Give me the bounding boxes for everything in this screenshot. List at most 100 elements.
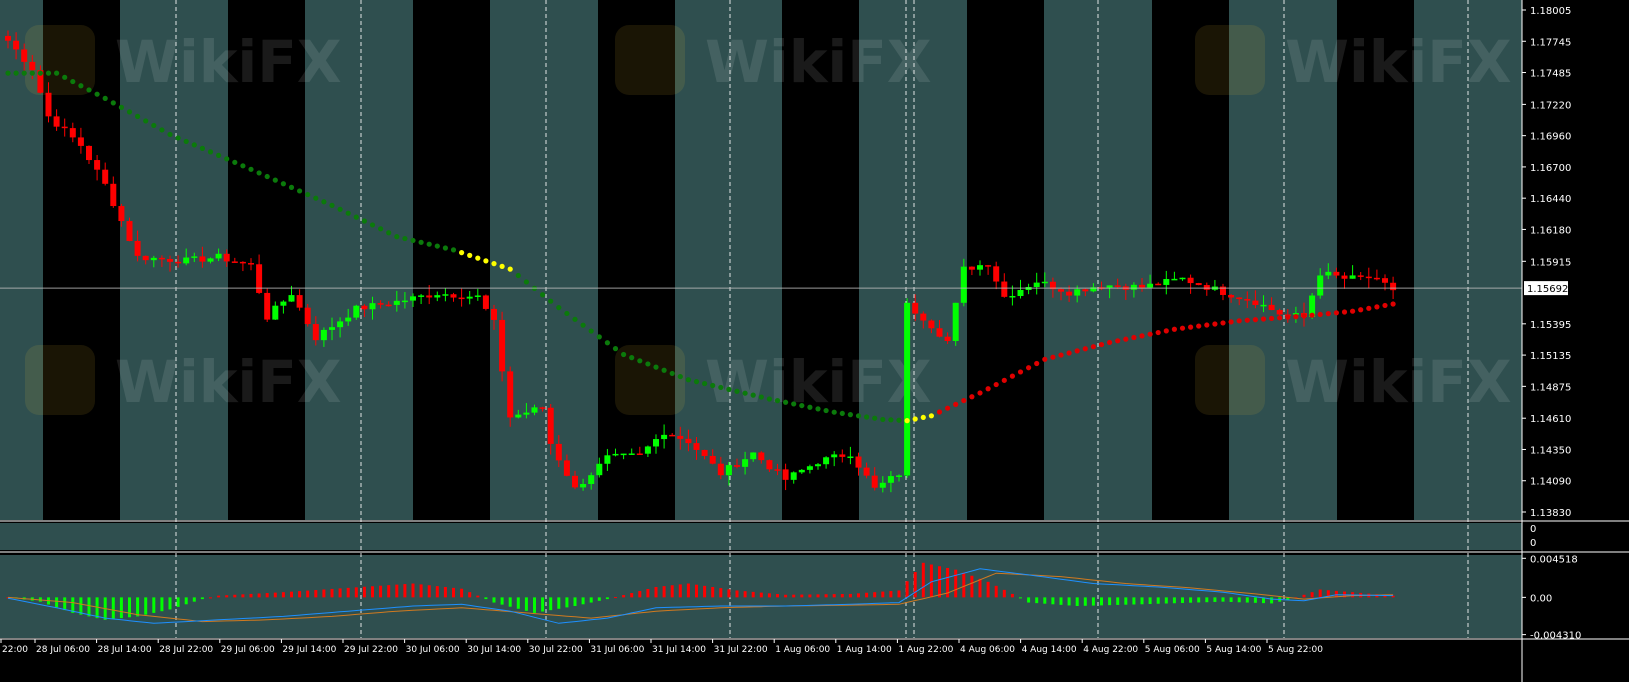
- histogram-bar: [541, 597, 545, 612]
- ma-point: [1236, 318, 1242, 324]
- candle-body: [296, 295, 303, 308]
- macd-tick-label: 0.004518: [1530, 554, 1578, 565]
- candle-body: [45, 92, 52, 117]
- ma-point: [920, 414, 926, 421]
- time-tick-label: 30 Jul 22:00: [529, 645, 583, 655]
- ma-point: [54, 70, 60, 76]
- ma-point: [750, 392, 756, 398]
- candle-body: [369, 303, 376, 310]
- histogram-bar: [573, 597, 577, 607]
- wikifx-logo-icon: [1195, 25, 1265, 95]
- candle-body: [1147, 283, 1154, 288]
- histogram-bar: [1132, 597, 1136, 605]
- ma-point: [693, 379, 700, 385]
- histogram-bar: [848, 593, 852, 598]
- candle-body: [985, 265, 992, 267]
- ma-point: [677, 373, 683, 380]
- histogram-bar: [1051, 597, 1055, 605]
- candle[interactable]: [482, 294, 489, 311]
- indicator-subwindow[interactable]: [0, 523, 1522, 550]
- candle-body: [482, 295, 489, 309]
- candle-body: [774, 469, 781, 471]
- histogram-bar: [192, 597, 196, 602]
- histogram-bar: [614, 597, 617, 599]
- ma-point: [629, 355, 635, 361]
- ma-point: [969, 394, 975, 400]
- ma-point: [1277, 315, 1283, 321]
- candle-body: [790, 472, 797, 480]
- ma-point: [855, 413, 862, 419]
- ma-point: [928, 413, 935, 419]
- candle[interactable]: [1195, 282, 1202, 286]
- watermark-text: WikiFX: [1285, 28, 1512, 96]
- ma-point: [224, 156, 230, 162]
- session-band: [967, 0, 1044, 520]
- candle-body: [1325, 271, 1332, 276]
- histogram-bar: [281, 592, 285, 598]
- ma-point: [1204, 322, 1210, 328]
- ma-point: [1374, 304, 1380, 310]
- histogram-bar: [87, 597, 91, 617]
- histogram-bar: [136, 597, 140, 617]
- ma-point: [791, 401, 797, 407]
- histogram-bar: [354, 587, 358, 598]
- histogram-bar: [1270, 597, 1274, 604]
- ma-point: [475, 255, 481, 261]
- candle[interactable]: [264, 288, 271, 323]
- candle-body: [377, 303, 384, 305]
- candle-body: [782, 469, 789, 480]
- histogram-bar: [249, 593, 253, 598]
- ma-point: [621, 351, 627, 358]
- histogram-bar: [257, 593, 261, 598]
- wikifx-logo-icon: [1195, 345, 1265, 415]
- histogram-bar: [1221, 597, 1225, 602]
- price-tick-label: 1.13830: [1530, 508, 1571, 519]
- ma-point: [13, 70, 19, 76]
- histogram-bar: [533, 597, 536, 613]
- candle[interactable]: [904, 298, 911, 478]
- ma-point: [450, 247, 457, 253]
- histogram-bar: [792, 594, 796, 598]
- histogram-bar: [1229, 597, 1233, 602]
- ma-point: [199, 145, 205, 151]
- candle-body: [766, 460, 773, 470]
- candle[interactable]: [126, 217, 133, 242]
- candle-body: [102, 169, 109, 184]
- histogram-bar: [784, 594, 788, 598]
- ma-point: [1325, 311, 1331, 317]
- candle-body: [239, 261, 246, 264]
- trading-chart[interactable]: WikiFX WikiFX WikiFX WikiFX WikiFX WikiFX 1.18…: [0, 0, 1629, 682]
- candle-body: [1365, 276, 1372, 279]
- candle-body: [831, 454, 838, 458]
- time-tick-label: 1 Aug 22:00: [898, 645, 953, 655]
- histogram-bar: [703, 585, 707, 598]
- candle[interactable]: [952, 302, 959, 346]
- ma-point: [718, 384, 724, 391]
- candle-body: [458, 297, 465, 300]
- candle-body: [960, 266, 967, 303]
- candle-body: [1179, 277, 1186, 280]
- watermark-text: WikiFX: [1285, 348, 1512, 416]
- candle-body: [466, 296, 473, 299]
- wikifx-logo-icon: [25, 345, 95, 415]
- histogram-bar: [460, 588, 464, 598]
- ma-point: [21, 70, 27, 76]
- ma-point: [426, 241, 432, 247]
- ma-point: [669, 370, 675, 377]
- ma-point: [1212, 321, 1218, 327]
- subwindow-tick-label: 0: [1530, 524, 1536, 535]
- ma-point: [1220, 320, 1226, 326]
- histogram-bar: [840, 594, 844, 598]
- ma-point: [702, 380, 708, 387]
- candle-body: [904, 302, 911, 476]
- candle-body: [896, 475, 902, 477]
- candle[interactable]: [499, 311, 506, 382]
- ma-point: [361, 218, 367, 224]
- candle-body: [717, 463, 724, 476]
- histogram-bar: [759, 592, 763, 598]
- histogram-bar: [1172, 597, 1176, 604]
- ma-point: [540, 292, 546, 298]
- price-tick-label: 1.16700: [1530, 163, 1571, 174]
- histogram-bar: [1189, 597, 1193, 603]
- candle-body: [1236, 297, 1243, 300]
